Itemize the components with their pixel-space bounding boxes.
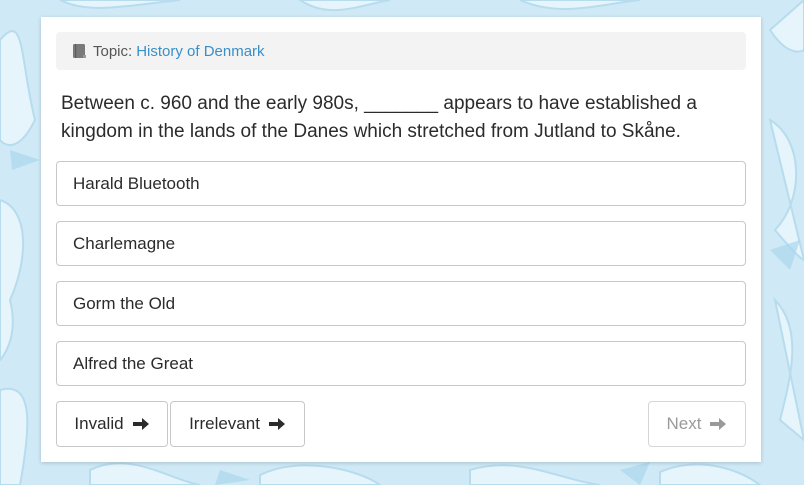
book-icon bbox=[73, 44, 86, 58]
answer-option-label: Gorm the Old bbox=[73, 293, 176, 313]
next-button[interactable]: Next bbox=[648, 401, 746, 447]
answer-option[interactable]: Charlemagne bbox=[56, 221, 746, 266]
arrow-right-icon bbox=[268, 418, 285, 430]
topic-label: Topic: bbox=[93, 42, 133, 60]
invalid-button-label: Invalid bbox=[74, 414, 124, 433]
answer-option-label: Harald Bluetooth bbox=[73, 173, 200, 193]
question-text: Between c. 960 and the early 980s, _____… bbox=[61, 93, 697, 142]
quiz-card: Topic: History of Denmark Between c. 960… bbox=[41, 17, 761, 462]
invalid-button[interactable]: Invalid bbox=[56, 401, 168, 447]
next-button-label: Next bbox=[666, 414, 702, 433]
arrow-right-icon bbox=[132, 418, 149, 430]
answer-option-label: Charlemagne bbox=[73, 233, 176, 253]
answer-option[interactable]: Alfred the Great bbox=[56, 341, 746, 386]
irrelevant-button[interactable]: Irrelevant bbox=[170, 401, 305, 447]
answer-option[interactable]: Harald Bluetooth bbox=[56, 161, 746, 206]
irrelevant-button-label: Irrelevant bbox=[189, 414, 260, 433]
topic-link[interactable]: History of Denmark bbox=[136, 43, 264, 60]
answer-option-label: Alfred the Great bbox=[73, 353, 194, 373]
arrow-right-icon bbox=[710, 418, 727, 430]
answer-option[interactable]: Gorm the Old bbox=[56, 281, 746, 326]
topic-bar: Topic: History of Denmark bbox=[56, 32, 746, 70]
